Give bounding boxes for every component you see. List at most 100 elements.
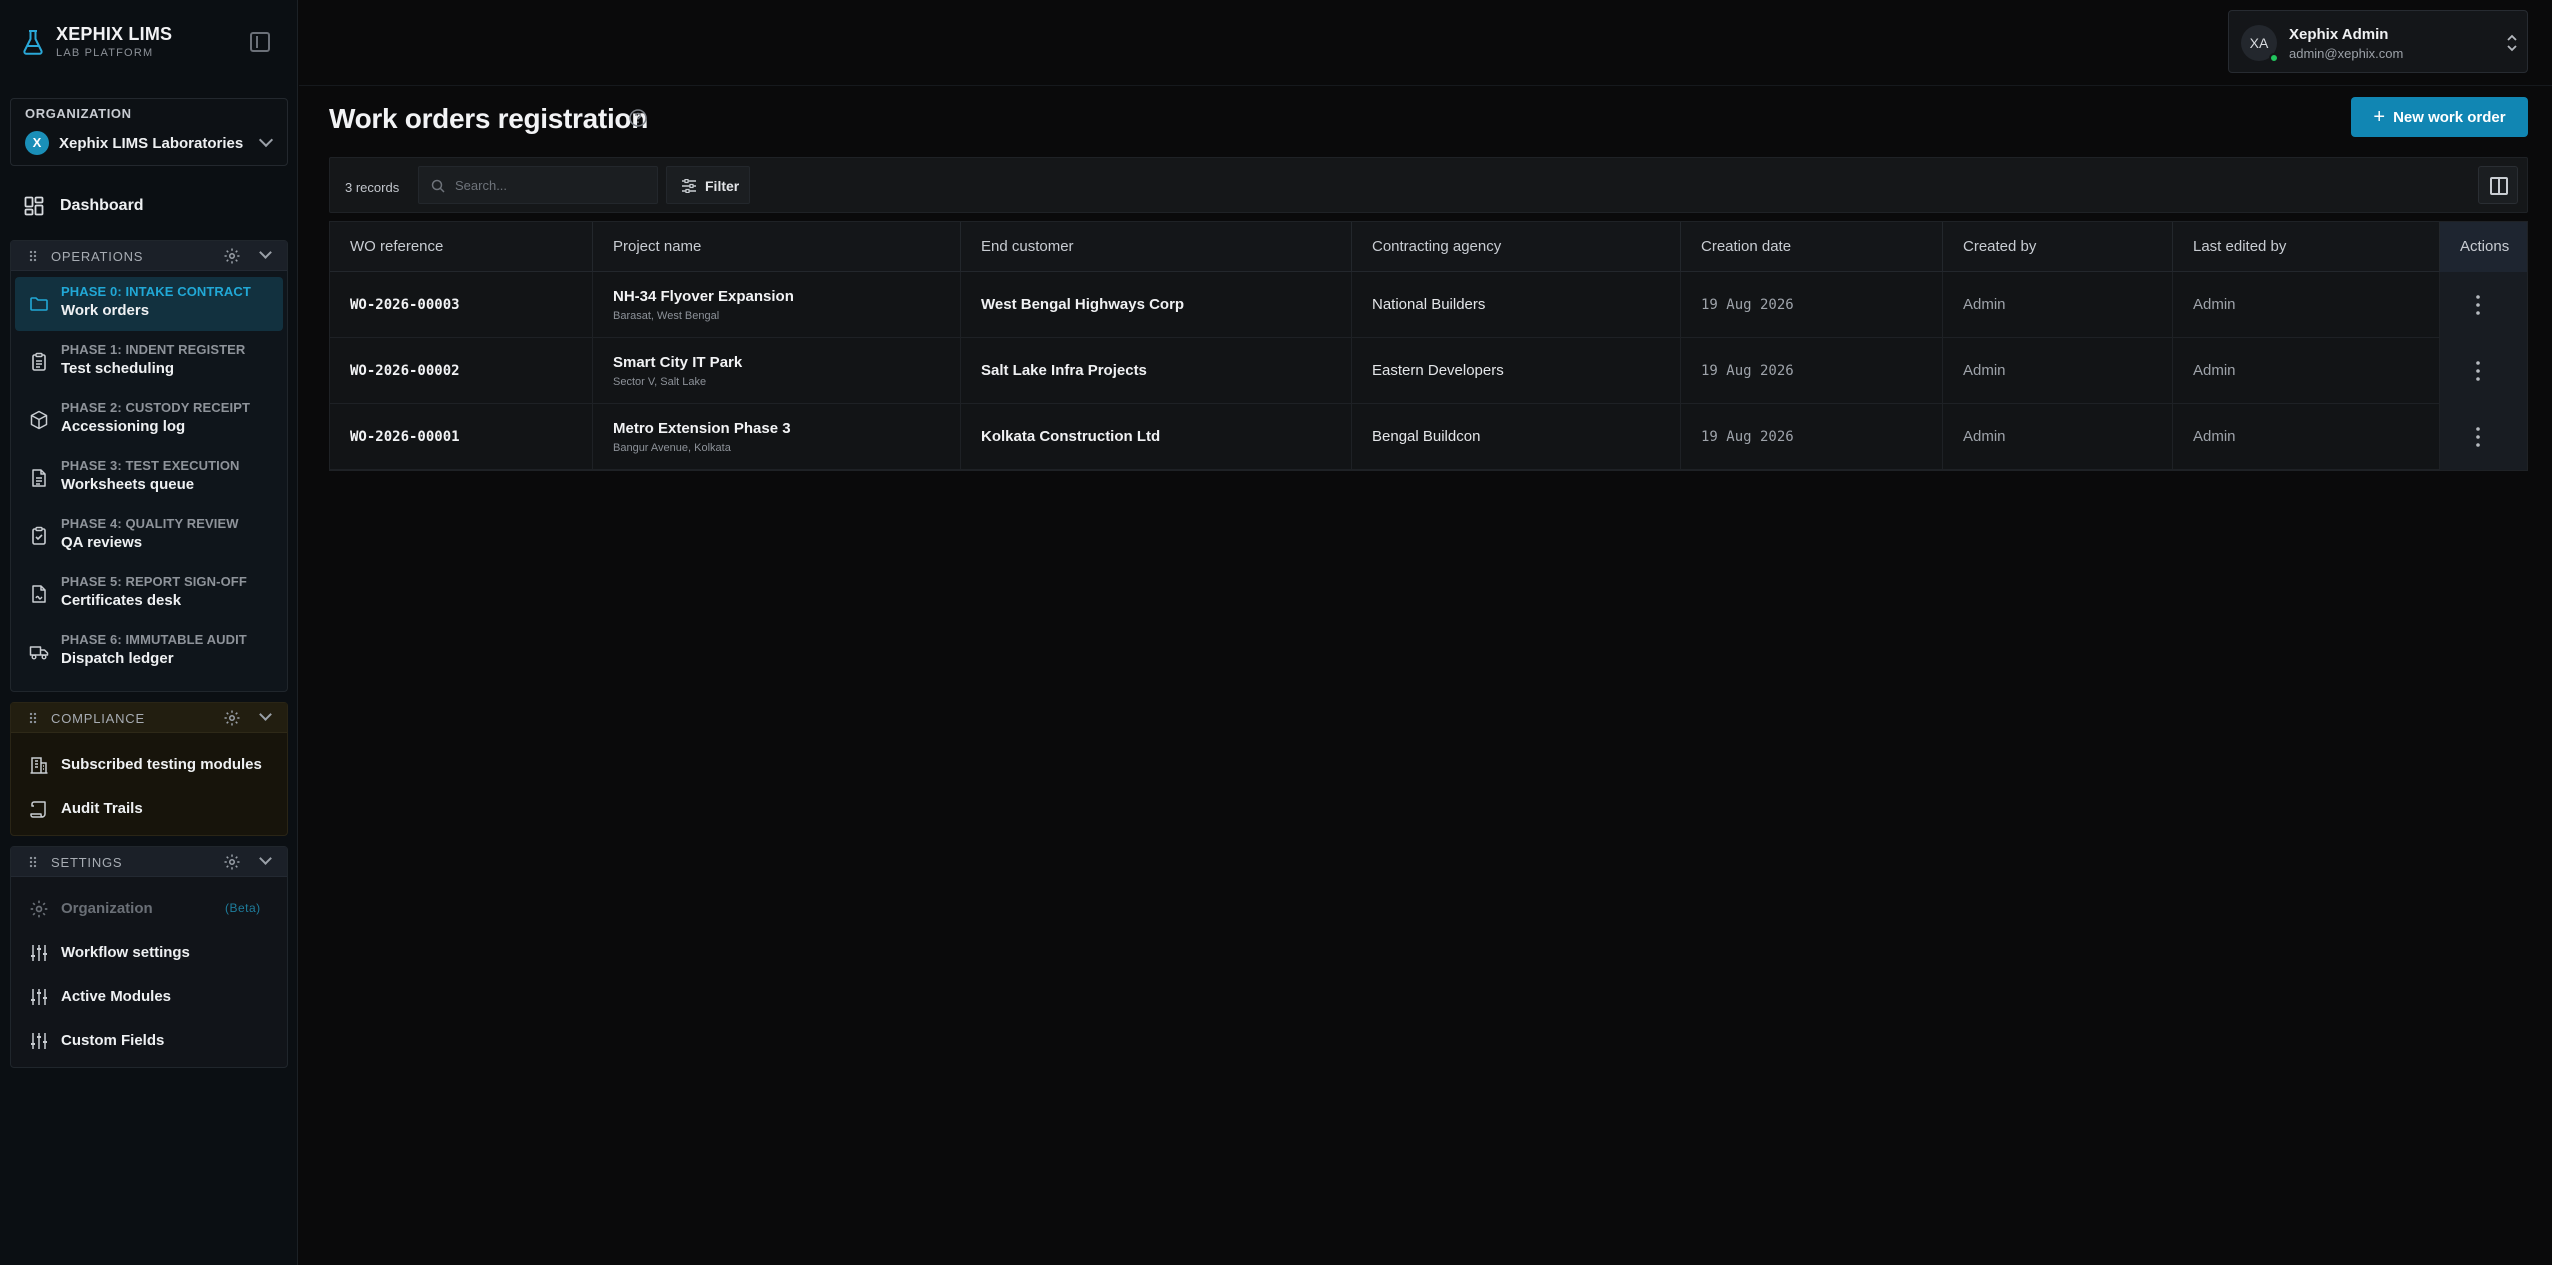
last-edited-by: Admin	[2193, 428, 2236, 445]
brand[interactable]: XEPHIX LIMS LAB PLATFORM	[22, 24, 172, 59]
gear-icon[interactable]	[223, 709, 241, 727]
page-title: Work orders registration	[329, 103, 649, 134]
column-header[interactable]: Contracting agency	[1352, 222, 1681, 272]
sidebar-item-active-modules[interactable]: Active Modules	[15, 977, 283, 1017]
drag-handle-icon[interactable]	[29, 856, 37, 868]
edited-by-cell: Admin	[2173, 404, 2440, 470]
sidebar-item-dispatch-ledger[interactable]: PHASE 6: IMMUTABLE AUDIT Dispatch ledger	[15, 625, 283, 679]
top-bar	[299, 0, 2552, 86]
beta-badge: (Beta)	[225, 901, 261, 915]
search-input[interactable]	[455, 175, 645, 195]
file-text-icon	[32, 469, 46, 487]
more-vertical-icon[interactable]	[2476, 293, 2480, 317]
project-name: NH-34 Flyover Expansion	[613, 288, 794, 305]
operations-section-header[interactable]: OPERATIONS	[11, 241, 287, 271]
flask-icon	[23, 29, 43, 55]
drag-handle-icon[interactable]	[29, 712, 37, 724]
more-vertical-icon[interactable]	[2476, 425, 2480, 449]
sidebar-item-organization[interactable]: Organization (Beta)	[15, 889, 283, 929]
chevron-down-icon[interactable]	[259, 246, 272, 259]
creation-date: 19 Aug 2026	[1701, 297, 1794, 313]
project-cell: NH-34 Flyover Expansion Barasat, West Ben…	[593, 272, 961, 338]
filter-button[interactable]: Filter	[666, 166, 750, 204]
sidebar-item-label: Dashboard	[60, 197, 144, 214]
table-row[interactable]: WO-2026-00002 Smart City IT Park Sector V…	[330, 338, 2527, 404]
nav-phase: PHASE 1: INDENT REGISTER	[61, 342, 246, 357]
date-cell: 19 Aug 2026	[1681, 272, 1943, 338]
scroll-icon	[30, 801, 46, 818]
created-by: Admin	[1963, 296, 2006, 313]
sidebar-item-test-scheduling[interactable]: PHASE 1: INDENT REGISTER Test scheduling	[15, 335, 283, 389]
section-title: OPERATIONS	[51, 249, 144, 264]
sidebar-collapse-icon[interactable]	[250, 32, 270, 52]
sidebar-item-label: Active Modules	[61, 988, 172, 1005]
nav-label: Worksheets queue	[61, 476, 195, 493]
help-circle-icon[interactable]	[628, 108, 648, 128]
created-by-cell: Admin	[1943, 338, 2173, 404]
gear-icon[interactable]	[223, 853, 241, 871]
project-location: Bangur Avenue, Kolkata	[613, 442, 731, 454]
more-vertical-icon[interactable]	[2476, 359, 2480, 383]
folder-icon	[30, 297, 48, 311]
sliders-icon	[31, 945, 47, 961]
clipboard-icon	[32, 352, 46, 371]
sidebar-item-certificates-desk[interactable]: PHASE 5: REPORT SIGN-OFF Certificates de…	[15, 567, 283, 621]
sidebar-item-custom-fields[interactable]: Custom Fields	[15, 1021, 283, 1061]
agency-cell: National Builders	[1352, 272, 1681, 338]
settings-section-header[interactable]: SETTINGS	[11, 847, 287, 877]
sidebar-item-qa-reviews[interactable]: PHASE 4: QUALITY REVIEW QA reviews	[15, 509, 283, 563]
wo-reference: WO-2026-00001	[350, 429, 460, 445]
wo-reference-cell: WO-2026-00003	[330, 272, 593, 338]
end-customer: Salt Lake Infra Projects	[981, 362, 1147, 379]
column-header[interactable]: Creation date	[1681, 222, 1943, 272]
nav-label: Accessioning log	[61, 418, 186, 435]
contracting-agency: Eastern Developers	[1372, 362, 1504, 379]
sliders-icon	[31, 989, 47, 1005]
sidebar-item-subscribed-testing-modules[interactable]: Subscribed testing modules	[15, 745, 283, 785]
sidebar-item-dashboard[interactable]: Dashboard	[24, 196, 144, 216]
sidebar-item-audit-trails[interactable]: Audit Trails	[15, 789, 283, 829]
user-name: Xephix Admin	[2289, 26, 2389, 43]
contracting-agency: National Builders	[1372, 296, 1486, 313]
project-name: Smart City IT Park	[613, 354, 743, 371]
sidebar-item-work-orders[interactable]: PHASE 0: INTAKE CONTRACT Work orders	[15, 277, 283, 331]
end-customer: West Bengal Highways Corp	[981, 296, 1185, 313]
new-work-order-button[interactable]: + New work order	[2351, 97, 2528, 137]
edited-by-cell: Admin	[2173, 338, 2440, 404]
actions-cell	[2440, 338, 2527, 404]
user-menu[interactable]: XA Xephix Admin admin@xephix.com	[2228, 10, 2528, 73]
dashboard-icon	[24, 196, 44, 216]
drag-handle-icon[interactable]	[29, 250, 37, 262]
actions-cell	[2440, 272, 2527, 338]
column-header[interactable]: End customer	[961, 222, 1352, 272]
search-icon	[431, 179, 445, 193]
sidebar-item-label: Organization	[61, 900, 153, 917]
organization-label: ORGANIZATION	[25, 106, 132, 121]
column-toggle-button[interactable]	[2478, 166, 2518, 204]
organization-selector[interactable]: ORGANIZATION X Xephix LIMS Laboratories	[10, 98, 288, 166]
chevron-down-icon[interactable]	[259, 708, 272, 721]
search-box[interactable]	[418, 166, 658, 204]
column-header[interactable]: Project name	[593, 222, 961, 272]
work-orders-table: WO reference Project name End customer C…	[329, 221, 2528, 471]
truck-icon	[29, 646, 49, 660]
column-header[interactable]: Last edited by	[2173, 222, 2440, 272]
created-by: Admin	[1963, 362, 2006, 379]
column-header[interactable]: Created by	[1943, 222, 2173, 272]
column-header[interactable]: WO reference	[330, 222, 593, 272]
customer-cell: West Bengal Highways Corp	[961, 272, 1352, 338]
compliance-section-header[interactable]: COMPLIANCE	[11, 703, 287, 733]
gear-icon	[30, 900, 48, 918]
user-email: admin@xephix.com	[2289, 46, 2404, 61]
wo-reference: WO-2026-00002	[350, 363, 460, 379]
agency-cell: Eastern Developers	[1352, 338, 1681, 404]
nav-label: Work orders	[61, 302, 150, 319]
table-row[interactable]: WO-2026-00003 NH-34 Flyover Expansion Bar…	[330, 272, 2527, 338]
gear-icon[interactable]	[223, 247, 241, 265]
table-row[interactable]: WO-2026-00001 Metro Extension Phase 3 Ban…	[330, 404, 2527, 470]
sidebar-item-accessioning-log[interactable]: PHASE 2: CUSTODY RECEIPT Accessioning lo…	[15, 393, 283, 447]
sidebar-item-workflow-settings[interactable]: Workflow settings	[15, 933, 283, 973]
chevron-down-icon[interactable]	[259, 852, 272, 865]
customer-cell: Kolkata Construction Ltd	[961, 404, 1352, 470]
sidebar-item-worksheets-queue[interactable]: PHASE 3: TEST EXECUTION Worksheets queue	[15, 451, 283, 505]
